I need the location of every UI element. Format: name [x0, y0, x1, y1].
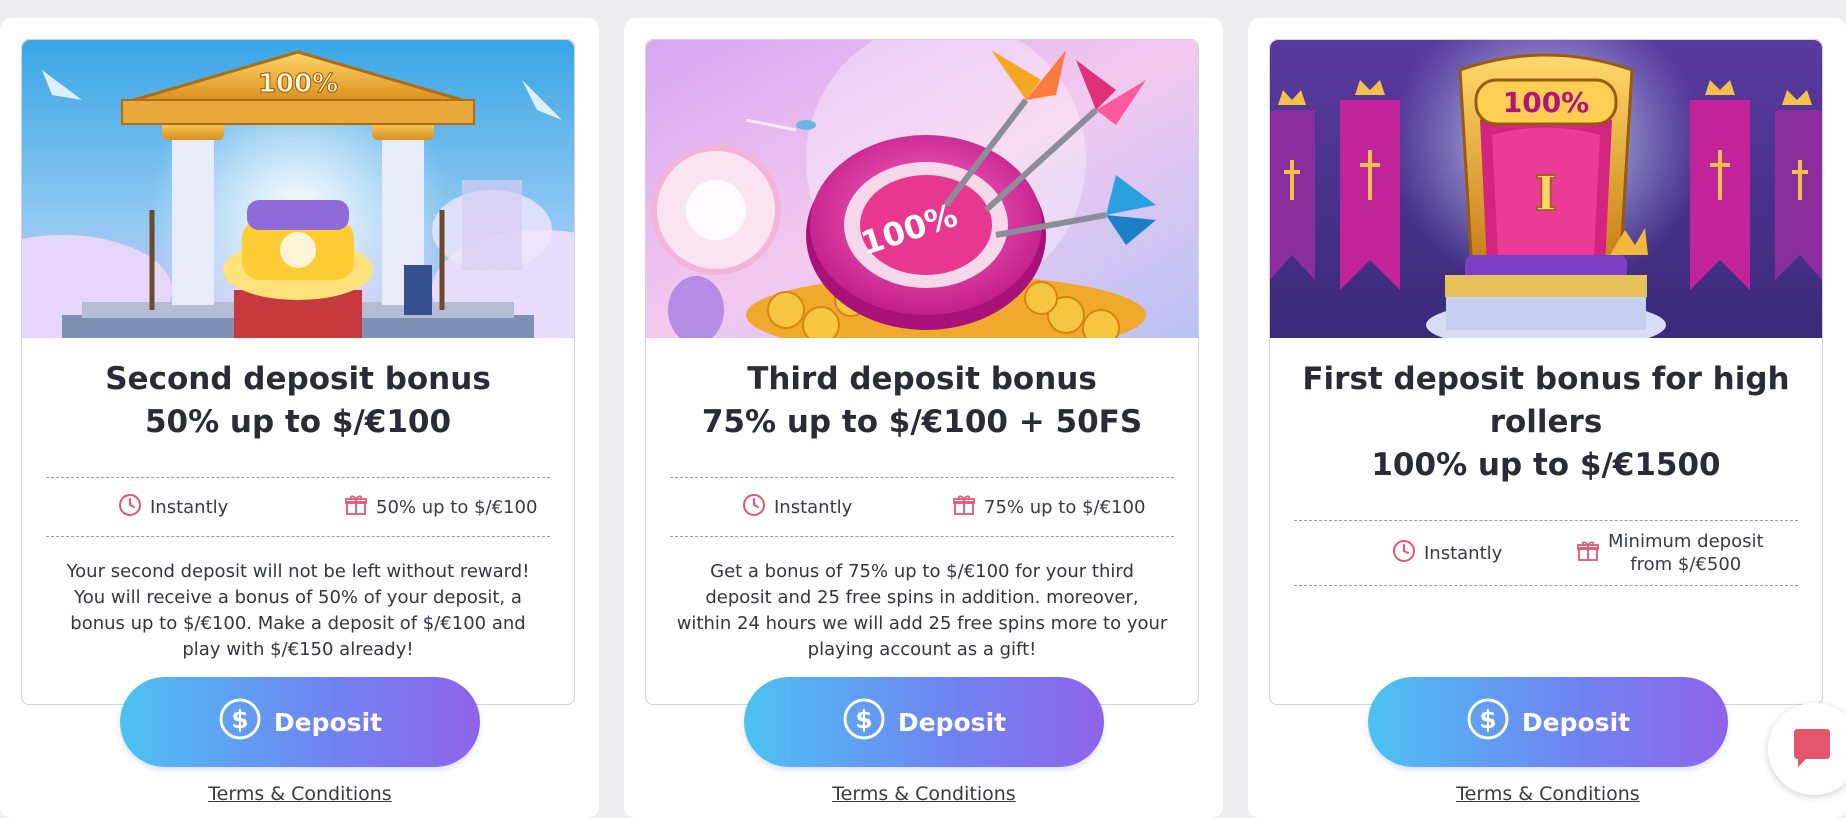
timing-info: Instantly	[1392, 521, 1502, 585]
bonus-description: Your second deposit will not be left wit…	[66, 561, 530, 660]
deposit-button[interactable]: $ Deposit	[744, 677, 1104, 767]
darts-target-illustration: 100%	[646, 40, 1198, 338]
bonus-description: Get a bonus of 75% up to $/€100 for your…	[676, 561, 1168, 660]
gift-icon	[1576, 539, 1608, 568]
chat-bubble-icon	[1790, 727, 1834, 775]
deposit-button-label: Deposit	[273, 707, 383, 737]
terms-link[interactable]: Terms & Conditions	[1428, 783, 1668, 805]
clock-icon	[118, 493, 150, 522]
bonus-panel-high-rollers: 100% I First deposit bonus for high roll…	[1248, 18, 1846, 818]
bonus-title: First deposit bonus for high rollers 100…	[1302, 361, 1790, 483]
deposit-button-label: Deposit	[897, 707, 1007, 737]
temple-chest-illustration: 100%	[22, 40, 574, 338]
clock-icon	[742, 493, 774, 522]
deposit-button[interactable]: $ Deposit	[1368, 677, 1728, 767]
deposit-button[interactable]: $ Deposit	[120, 677, 480, 767]
bonus-label: 75% up to $/€100	[984, 496, 1146, 518]
timing-info: Instantly	[118, 478, 228, 536]
timing-label: Instantly	[1424, 542, 1503, 564]
bonus-card: 100% Third deposit bonus 75% up to $/€10…	[645, 39, 1199, 705]
deposit-button-label: Deposit	[1521, 707, 1631, 737]
svg-text:I: I	[1535, 166, 1557, 222]
svg-text:$: $	[231, 705, 248, 734]
bonus-meta-row: Instantly 75% up to $/€100	[670, 477, 1174, 537]
bonus-meta-row: Instantly 50% up to $/€100	[46, 477, 550, 537]
svg-text:100%: 100%	[1503, 86, 1590, 119]
bonus-panel-third-deposit: 100% Third deposit bonus 75% up to $/€10…	[624, 18, 1223, 818]
gift-icon	[952, 493, 984, 522]
svg-text:100%: 100%	[258, 69, 338, 99]
svg-text:$: $	[1479, 705, 1496, 734]
timing-label: Instantly	[774, 496, 853, 518]
bonus-meta-row: Instantly Minimum deposit from $/€500	[1294, 520, 1798, 586]
bonus-card: 100% Second deposit bonus 50% up to $/€1…	[21, 39, 575, 705]
timing-label: Instantly	[150, 496, 229, 518]
terms-link[interactable]: Terms & Conditions	[180, 783, 420, 805]
bonus-info: Minimum deposit from $/€500	[1576, 521, 1764, 585]
timing-info: Instantly	[742, 478, 852, 536]
dollar-coin-icon: $	[218, 697, 274, 747]
bonus-info: 50% up to $/€100	[344, 478, 537, 536]
bonus-card: 100% I First deposit bonus for high roll…	[1269, 39, 1823, 705]
bonus-title: Third deposit bonus 75% up to $/€100 + 5…	[701, 361, 1143, 440]
bonus-info: 75% up to $/€100	[952, 478, 1145, 536]
svg-text:$: $	[855, 705, 872, 734]
dollar-coin-icon: $	[1466, 697, 1522, 747]
clock-icon	[1392, 539, 1424, 568]
terms-link[interactable]: Terms & Conditions	[804, 783, 1044, 805]
bonus-label: Minimum deposit from $/€500	[1608, 531, 1764, 575]
bonus-label: 50% up to $/€100	[376, 496, 538, 518]
throne-illustration: 100% I	[1270, 40, 1822, 338]
gift-icon	[344, 493, 376, 522]
bonus-title: Second deposit bonus 50% up to $/€100	[105, 361, 491, 440]
bonus-panel-second-deposit: 100% Second deposit bonus 50% up to $/€1…	[0, 18, 599, 818]
dollar-coin-icon: $	[842, 697, 898, 747]
